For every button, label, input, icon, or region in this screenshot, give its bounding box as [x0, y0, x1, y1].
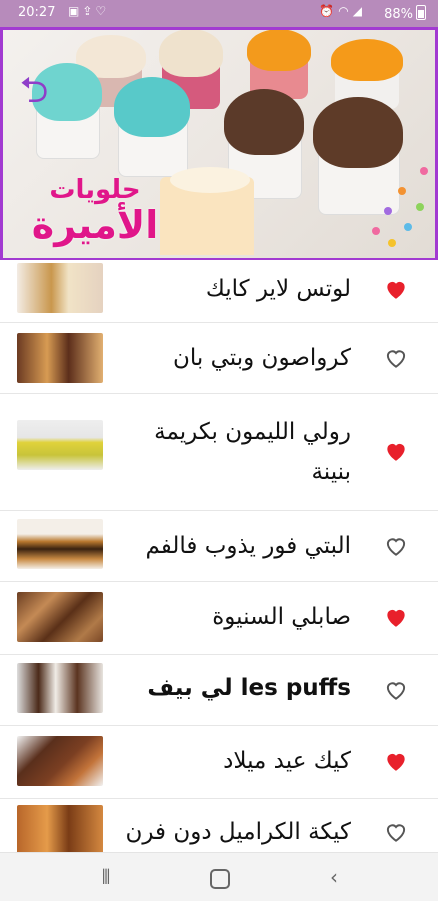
- recipe-thumbnail: [17, 736, 103, 786]
- back-icon[interactable]: ‹: [314, 861, 354, 893]
- status-time: 20:27: [18, 5, 56, 20]
- recipe-thumbnail: [17, 263, 103, 313]
- list-item[interactable]: رولي الليمون بكريمة بنينة: [0, 394, 438, 511]
- recipe-title: لوتس لاير كايك: [205, 276, 351, 302]
- recipe-title: كرواصون وبتي بان: [173, 345, 351, 371]
- favorite-heart-icon[interactable]: [383, 533, 409, 559]
- favorite-heart-icon[interactable]: [383, 345, 409, 371]
- shield-icon: ♡: [95, 4, 110, 18]
- recipe-title: كيك عيد ميلاد: [223, 748, 351, 774]
- battery-indicator: 88%: [384, 5, 426, 22]
- recipe-thumbnail: [17, 805, 103, 855]
- recipe-thumbnail: [17, 420, 103, 470]
- home-icon[interactable]: [200, 861, 240, 893]
- list-item[interactable]: البتي فور يذوب فالفم: [0, 511, 438, 582]
- favorite-heart-icon[interactable]: [383, 748, 409, 774]
- signal-icon: ◢: [352, 4, 366, 18]
- recipe-thumbnail: [17, 592, 103, 642]
- notification-icons: ▣⇪♡: [68, 4, 109, 18]
- favorite-heart-icon[interactable]: [383, 604, 409, 630]
- favorite-heart-icon[interactable]: [383, 677, 409, 703]
- list-item[interactable]: كيك عيد ميلاد: [0, 726, 438, 799]
- list-item[interactable]: كيكة الكراميل دون فرن: [0, 799, 438, 860]
- list-item[interactable]: كرواصون وبتي بان: [0, 323, 438, 394]
- battery-icon: [416, 5, 426, 20]
- recipe-title: كيكة الكراميل دون فرن: [125, 819, 351, 845]
- status-bar: 20:27 ▣⇪♡ ⏰◠◢ 88%: [0, 0, 438, 27]
- recipe-title: les puffs لي بيف: [147, 675, 351, 701]
- recipe-title: البتي فور يذوب فالفم: [145, 533, 351, 559]
- favorite-heart-icon[interactable]: [383, 276, 409, 302]
- favorite-heart-icon[interactable]: [383, 819, 409, 845]
- recipe-thumbnail: [17, 333, 103, 383]
- system-icons: ⏰◠◢: [319, 4, 366, 18]
- recent-apps-icon[interactable]: ⦀: [86, 861, 126, 893]
- banner-frame: [0, 27, 438, 260]
- list-item[interactable]: صابلي السنيوة: [0, 582, 438, 655]
- header-banner: ⮌ حلويات الأميرة: [0, 27, 438, 260]
- upload-icon: ⇪: [82, 4, 96, 18]
- image-icon: ▣: [68, 4, 83, 18]
- favorite-heart-icon[interactable]: [383, 438, 409, 464]
- recipe-list: لوتس لاير كايك كرواصون وبتي بان رولي الل…: [0, 260, 438, 860]
- recipe-thumbnail: [17, 519, 103, 569]
- recipe-title: رولي الليمون بكريمة بنينة: [154, 419, 351, 485]
- recipe-title: صابلي السنيوة: [212, 604, 351, 630]
- alarm-icon: ⏰: [319, 4, 339, 18]
- list-item[interactable]: les puffs لي بيف: [0, 655, 438, 726]
- system-nav-bar: ⦀ ‹: [0, 852, 438, 901]
- recipe-thumbnail: [17, 663, 103, 713]
- list-item[interactable]: لوتس لاير كايك: [0, 260, 438, 323]
- wifi-icon: ◠: [338, 4, 353, 18]
